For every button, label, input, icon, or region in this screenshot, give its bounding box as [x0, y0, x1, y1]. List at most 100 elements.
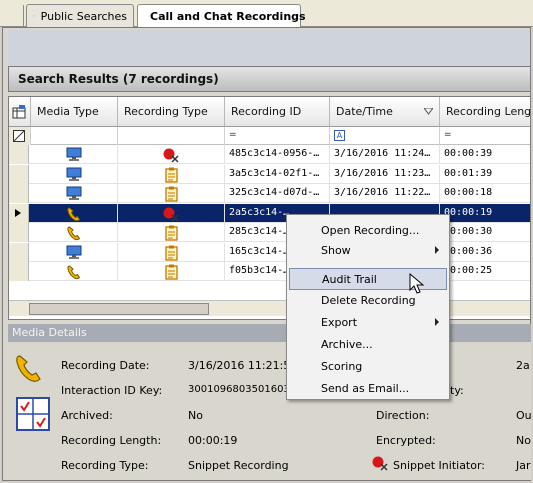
menu-item-archive[interactable]: Archive... — [289, 334, 447, 356]
snippet-initiator-value: Jar — [516, 459, 531, 472]
recording-length-label: Recording Length: — [61, 434, 162, 447]
mouse-cursor-icon — [409, 273, 425, 294]
filter-recording-type[interactable] — [118, 127, 225, 145]
column-media-type[interactable]: Media Type — [31, 97, 118, 127]
recording-length-cell: 00:00:19 — [440, 204, 530, 223]
recording-length-cell: 00:00:36 — [440, 243, 530, 262]
column-recording-type[interactable]: Recording Type — [118, 97, 225, 127]
menu-item-open-recording[interactable]: Open Recording... — [289, 220, 447, 242]
row-selector[interactable] — [9, 242, 29, 262]
column-recording-id[interactable]: Recording ID — [225, 97, 330, 127]
tab-public-searches[interactable]: Public Searches — [26, 4, 134, 27]
clipboard-icon — [164, 264, 178, 280]
menu-item-label: Delete Recording — [321, 294, 416, 307]
tab-strip: Public Searches Call and Chat Recordings — [0, 0, 533, 28]
filter-date-time[interactable]: A — [330, 127, 440, 145]
clear-filter-icon — [13, 130, 25, 142]
snippet-initiator-label: Snippet Initiator: — [393, 459, 486, 472]
recording-length-cell: 00:00:25 — [440, 262, 530, 281]
date-time-cell: 3/16/2016 11:23… — [330, 164, 440, 184]
monitor-icon — [66, 245, 82, 259]
row-selector[interactable] — [9, 203, 29, 223]
media-type-cell — [31, 184, 118, 203]
filter-media-type[interactable] — [31, 127, 118, 145]
media-type-cell — [31, 164, 118, 184]
recording-type-cell — [118, 203, 225, 223]
sort-descending-icon — [424, 108, 433, 115]
direction-label: Direction: — [376, 409, 430, 422]
recording-id-cell: 325c3c14-d07d-… — [225, 184, 330, 203]
row-selector[interactable] — [9, 164, 29, 184]
menu-item-label: Audit Trail — [322, 273, 377, 286]
table-row[interactable]: 165c3c14-… 00:00:36 — [9, 242, 530, 262]
menu-item-scoring[interactable]: Scoring — [289, 356, 447, 378]
monitor-icon — [66, 147, 82, 161]
filter-recording-id[interactable]: = — [225, 127, 330, 145]
filter-row: = A = — [9, 127, 530, 145]
media-type-cell — [31, 223, 118, 242]
submenu-arrow-icon — [435, 318, 439, 326]
scrollbar-thumb[interactable] — [29, 303, 209, 315]
row-selector[interactable] — [9, 223, 29, 242]
table-row[interactable]: 485c3c14-0956-… 3/16/2016 11:24… 00:00:39 — [9, 145, 530, 164]
submenu-arrow-icon — [435, 246, 439, 254]
table-row[interactable]: 325c3c14-d07d-… 3/16/2016 11:22… 00:00:18 — [9, 184, 530, 203]
column-chooser-icon — [12, 104, 26, 118]
table-row[interactable]: 285c3c14-… 00:00:30 — [9, 223, 530, 242]
archived-value: No — [188, 409, 203, 422]
menu-item-label: Open Recording... — [321, 224, 420, 237]
filter-recording-length[interactable]: = — [440, 127, 530, 145]
phone-icon — [16, 355, 41, 382]
filter-text-icon: A — [334, 130, 345, 141]
context-menu: Open Recording... Show Audit Trail Delete R… — [286, 214, 450, 400]
table-row[interactable]: f05b3c14-… 00:00:25 — [9, 262, 530, 281]
menu-item-show[interactable]: Show — [289, 240, 447, 262]
snippet-icon — [372, 456, 388, 471]
phone-icon — [67, 206, 81, 221]
menu-item-label: Show — [321, 244, 351, 257]
recording-length-cell: 00:00:39 — [440, 145, 530, 164]
recording-type-cell — [118, 262, 225, 281]
tab-strip-corner — [0, 5, 24, 27]
recording-type-value: Snippet Recording — [188, 459, 289, 472]
column-chooser-button[interactable] — [9, 97, 31, 127]
clipboard-icon — [164, 245, 178, 261]
recording-date-value: 3/16/2016 11:21:55 — [188, 359, 298, 372]
clipboard-icon — [164, 167, 178, 183]
recording-type-label: Recording Type: — [61, 459, 149, 472]
horizontal-scrollbar[interactable] — [9, 300, 530, 316]
recording-date-label: Recording Date: — [61, 359, 150, 372]
current-row-indicator-icon — [15, 208, 21, 217]
row-selector[interactable] — [9, 262, 29, 281]
clear-filter-button[interactable] — [9, 127, 31, 145]
direction-value: Ou — [516, 409, 532, 422]
tab-label: Call and Chat Recordings — [150, 10, 306, 23]
monitor-icon — [66, 186, 82, 200]
row-selector[interactable] — [9, 145, 29, 164]
phone-icon — [67, 265, 81, 280]
recording-type-cell — [118, 184, 225, 203]
recording-type-cell — [118, 242, 225, 262]
table-row[interactable]: 2a5c3c14-… 00:00:19 — [9, 203, 530, 223]
menu-item-label: Send as Email... — [321, 382, 410, 395]
media-details-panel: Recording Date: 3/16/2016 11:21:55 Inter… — [8, 342, 532, 480]
checklist-icon — [16, 397, 50, 431]
encrypted-value: No — [516, 434, 531, 447]
column-label: Date/Time — [336, 105, 393, 118]
table-row[interactable]: 3a5c3c14-02f1-… 3/16/2016 11:23… 00:01:39 — [9, 164, 530, 184]
clipboard-icon — [164, 186, 178, 202]
results-grid[interactable]: Media Type Recording Type Recording ID D… — [8, 96, 531, 320]
recording-type-cell — [118, 164, 225, 184]
tab-call-chat-recordings[interactable]: Call and Chat Recordings — [137, 4, 306, 28]
menu-item-label: Archive... — [321, 338, 373, 351]
menu-item-export[interactable]: Export — [289, 312, 447, 334]
column-date-time[interactable]: Date/Time — [330, 97, 440, 127]
media-type-cell — [31, 145, 118, 164]
snippet-icon — [163, 207, 179, 222]
tab-label: Public Searches — [40, 9, 127, 23]
row-selector[interactable] — [9, 184, 29, 203]
column-recording-length[interactable]: Recording Lengt — [440, 97, 530, 127]
menu-item-send-as-email[interactable]: Send as Email... — [289, 378, 447, 400]
clipboard-icon — [164, 225, 178, 241]
toolbar-area — [8, 30, 530, 66]
